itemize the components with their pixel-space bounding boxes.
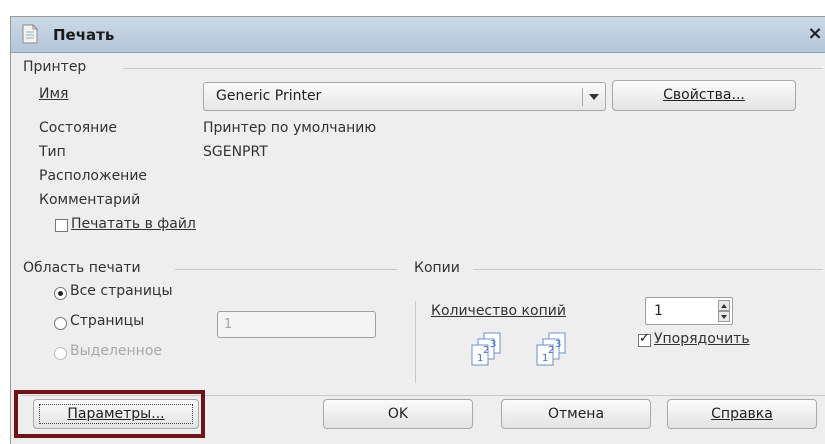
all-pages-radio[interactable] [54,287,67,300]
copies-group-line [473,269,823,270]
print-to-file-checkbox[interactable] [55,219,68,232]
help-button-label: Справка [711,406,773,422]
stepper-up-icon[interactable] [718,300,730,311]
collate-pages-icon: 3 2 1 [471,332,501,366]
window-title: Печать [53,26,115,44]
page-num-1: 1 [542,353,548,364]
print-range-group-title: Область печати [23,260,141,276]
pages-label[interactable]: Страницы [70,313,144,329]
copies-vertical-separator [415,301,416,383]
page-num-2: 2 [483,345,489,356]
copies-count-label: Количество копий [431,303,566,319]
print-dialog: Печать × Принтер Имя Generic Printer Сво… [10,16,825,444]
ok-button-label: OK [387,406,409,422]
collate-pages-icon: 3 2 1 [536,332,566,366]
properties-button-label: Свойства... [663,87,745,103]
printer-name-select[interactable]: Generic Printer [203,82,606,111]
printer-group-line [123,68,823,69]
printer-name-label: Имя [39,86,69,102]
selection-label[interactable]: Выделенное [70,343,162,359]
type-value: SGENPRT [203,144,268,160]
ok-button[interactable]: OK [323,399,473,429]
close-icon[interactable]: × [804,21,825,47]
page-num-3: 3 [555,339,561,350]
help-button[interactable]: Справка [667,399,817,429]
location-label: Расположение [39,168,148,184]
pages-range-input[interactable]: 1 [217,311,376,338]
page-num-1: 1 [477,353,483,364]
combo-separator [582,88,583,106]
all-pages-label[interactable]: Все страницы [70,283,173,299]
print-to-file-label[interactable]: Печатать в файл [71,216,196,232]
status-label: Состояние [39,120,118,136]
printer-name-value: Generic Printer [216,88,322,104]
page-num-2: 2 [548,345,554,356]
pages-radio[interactable] [54,317,67,330]
copies-count-value: 1 [654,303,663,319]
print-dialog-icon [22,24,38,44]
properties-button[interactable]: Свойства... [612,80,796,111]
printer-group-title: Принтер [23,59,87,75]
stepper-down-icon[interactable] [718,311,730,322]
status-value: Принтер по умолчанию [203,120,377,136]
options-button-highlight [14,390,205,438]
copies-count-stepper[interactable]: 1 [645,297,733,325]
pages-range-value: 1 [224,317,233,332]
chevron-down-icon[interactable] [589,94,599,100]
comment-label: Комментарий [39,192,141,208]
titlebar[interactable]: Печать × [11,17,825,53]
page-num-3: 3 [490,339,496,350]
print-range-group-line [175,269,397,270]
collate-checkbox[interactable] [638,331,651,347]
type-label: Тип [39,144,66,160]
cancel-button-label: Отмена [547,406,605,422]
stepper-buttons [718,300,730,322]
collate-label[interactable]: Упорядочить [654,331,750,347]
cancel-button[interactable]: Отмена [501,399,651,429]
selection-radio[interactable] [54,347,67,360]
copies-group-title: Копии [414,260,460,276]
